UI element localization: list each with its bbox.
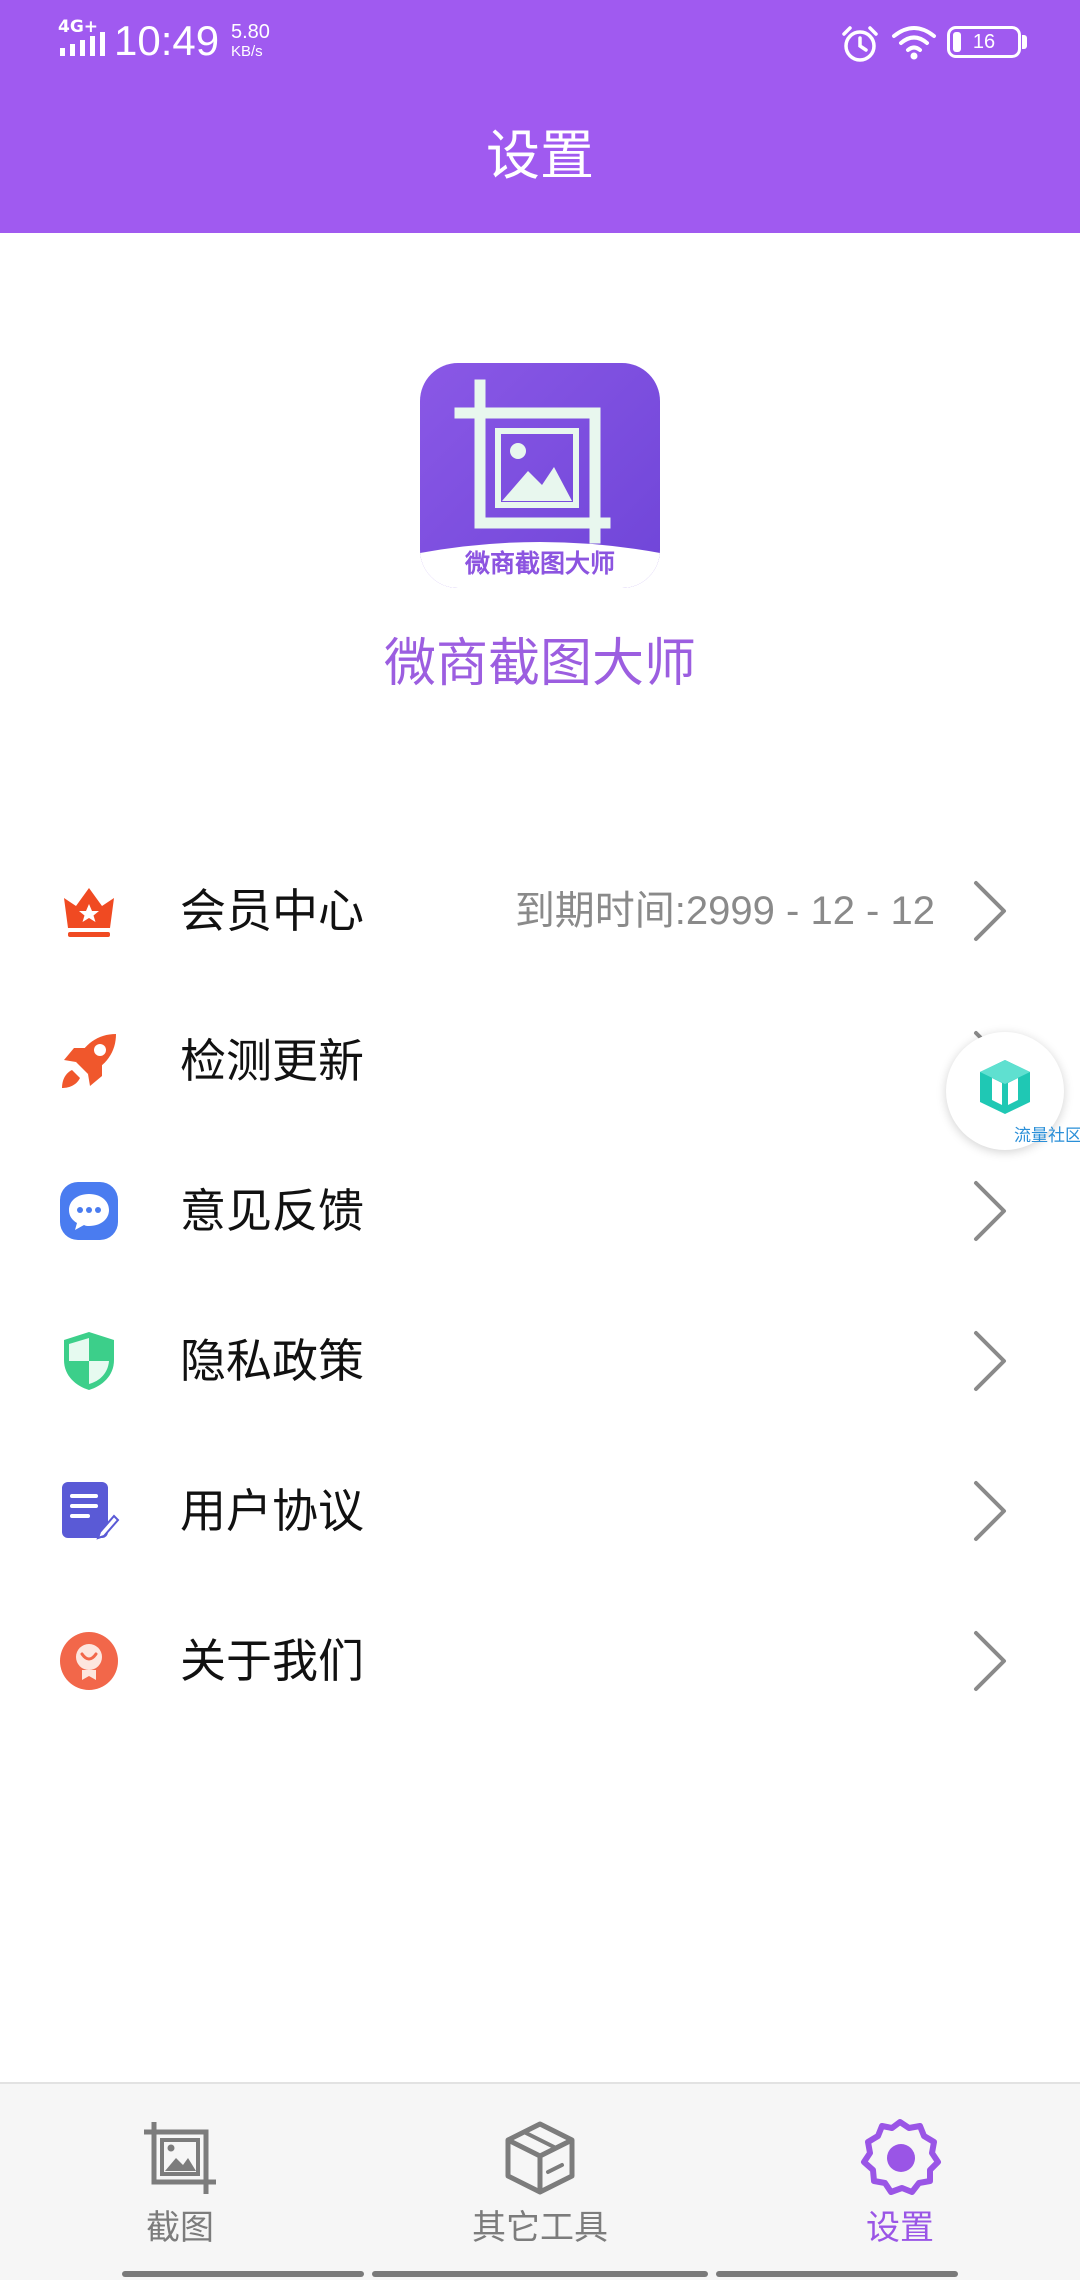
chevron-right-icon (974, 1181, 1006, 1241)
tab-other-tools[interactable]: 其它工具 (440, 2084, 640, 2264)
tab-settings[interactable]: 设置 (820, 2084, 980, 2264)
chevron-right-icon (974, 1481, 1006, 1541)
tab-label: 其它工具 (472, 2208, 608, 2248)
menu-label: 关于我们 (180, 1634, 364, 1688)
chevron-right-icon (974, 1331, 1006, 1391)
chevron-right-icon (974, 1631, 1006, 1691)
shield-icon (64, 1332, 114, 1390)
gesture-indicator-right (716, 2271, 958, 2277)
status-bar: 4G+ 10:49 5.80 KB/s 16 (0, 0, 1080, 84)
menu-item-feedback[interactable]: 意见反馈 (0, 1135, 1080, 1285)
gear-icon (861, 2119, 941, 2195)
menu-label: 隐私政策 (180, 1334, 364, 1388)
clock: 10:49 (114, 17, 220, 64)
menu-label: 用户协议 (180, 1484, 364, 1538)
info-person-icon (60, 1632, 118, 1690)
battery-level: 16 (972, 31, 996, 53)
signal-icon (60, 32, 105, 56)
box-icon (505, 2121, 575, 2195)
gesture-indicator-left (122, 2271, 364, 2277)
alarm-icon (842, 26, 878, 62)
menu-item-check-update[interactable]: 检测更新 (0, 985, 1080, 1135)
battery-icon: 16 (947, 26, 1021, 58)
tab-label: 截图 (146, 2208, 214, 2248)
menu-label: 检测更新 (180, 1034, 364, 1088)
menu-label: 意见反馈 (180, 1184, 364, 1238)
crown-icon (64, 888, 114, 937)
menu-label: 会员中心 (180, 884, 364, 938)
bottom-nav: 截图 其它工具 设置 (0, 2082, 1080, 2280)
page-title: 设置 (486, 124, 594, 187)
app-logo: 微商截图大师 (420, 363, 660, 588)
chat-icon (60, 1182, 118, 1240)
menu-item-about-us[interactable]: 关于我们 (0, 1585, 1080, 1735)
logo-caption: 微商截图大师 (464, 549, 615, 578)
network-speed: 5.80 (231, 21, 270, 43)
wifi-icon (892, 26, 936, 60)
tab-label: 设置 (866, 2208, 934, 2248)
header: 4G+ 10:49 5.80 KB/s 16 设置 (0, 0, 1080, 233)
floating-bubble-label: 流量社区 (1014, 1126, 1080, 1146)
rocket-icon (62, 1034, 116, 1088)
document-icon (62, 1482, 120, 1540)
gesture-indicator-center (372, 2271, 708, 2277)
chevron-right-icon (974, 881, 1006, 941)
menu-item-user-agreement[interactable]: 用户协议 (0, 1435, 1080, 1585)
tab-screenshot[interactable]: 截图 (100, 2084, 260, 2264)
network-speed-unit: KB/s (231, 43, 263, 60)
cube-icon (980, 1060, 1030, 1114)
crop-image-icon (144, 2122, 216, 2194)
app-name: 微商截图大师 (383, 634, 696, 694)
menu-item-privacy-policy[interactable]: 隐私政策 (0, 1285, 1080, 1435)
menu-item-member-center[interactable]: 会员中心 到期时间:2999 - 12 - 12 (0, 835, 1080, 985)
membership-expiry: 到期时间:2999 - 12 - 12 (514, 889, 935, 933)
